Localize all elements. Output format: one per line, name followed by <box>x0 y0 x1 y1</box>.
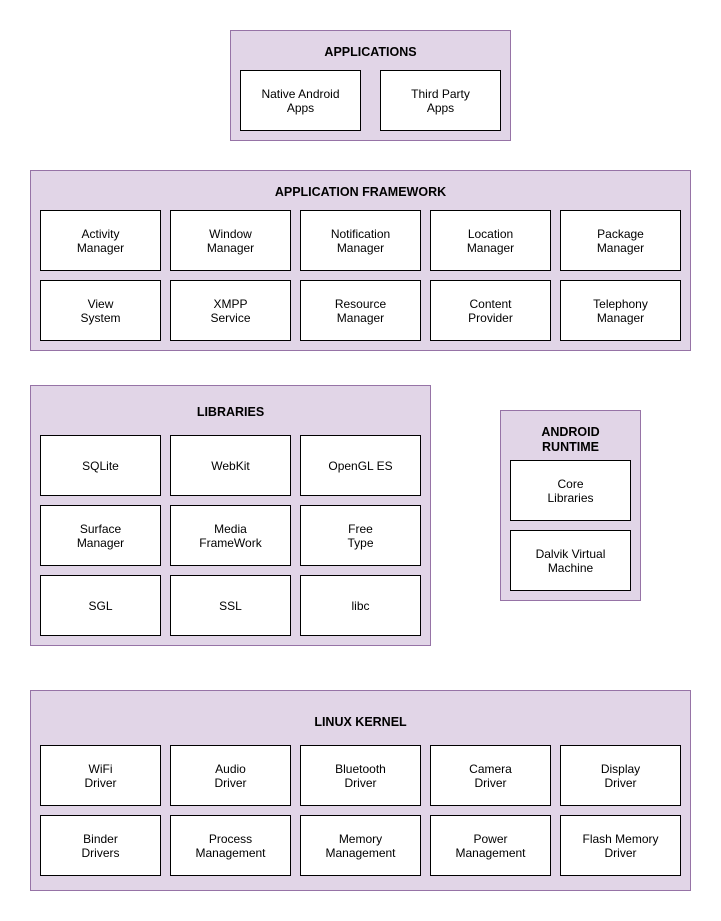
process-management-box: Process Management <box>170 815 291 876</box>
linux-kernel-title: LINUX KERNEL <box>314 715 407 729</box>
wifi-driver-box: WiFi Driver <box>40 745 161 806</box>
android-runtime-title: ANDROID RUNTIME <box>541 425 600 454</box>
surface-manager-box: Surface Manager <box>40 505 161 566</box>
camera-driver-box: Camera Driver <box>430 745 551 806</box>
core-libraries-box: Core Libraries <box>510 460 631 521</box>
applications-title: APPLICATIONS <box>324 45 417 59</box>
bluetooth-driver-box: Bluetooth Driver <box>300 745 421 806</box>
sgl-box: SGL <box>40 575 161 636</box>
memory-management-box: Memory Management <box>300 815 421 876</box>
activity-manager-box: Activity Manager <box>40 210 161 271</box>
telephony-manager-box: Telephony Manager <box>560 280 681 341</box>
display-driver-box: Display Driver <box>560 745 681 806</box>
package-manager-box: Package Manager <box>560 210 681 271</box>
power-management-box: Power Management <box>430 815 551 876</box>
native-android-apps-box: Native Android Apps <box>240 70 361 131</box>
application-framework-title: APPLICATION FRAMEWORK <box>274 185 447 199</box>
audio-driver-box: Audio Driver <box>170 745 291 806</box>
xmpp-service-box: XMPP Service <box>170 280 291 341</box>
webkit-box: WebKit <box>170 435 291 496</box>
flash-memory-driver-box: Flash Memory Driver <box>560 815 681 876</box>
free-type-box: Free Type <box>300 505 421 566</box>
resource-manager-box: Resource Manager <box>300 280 421 341</box>
view-system-box: View System <box>40 280 161 341</box>
sqlite-box: SQLite <box>40 435 161 496</box>
opengl-es-box: OpenGL ES <box>300 435 421 496</box>
notification-manager-box: Notification Manager <box>300 210 421 271</box>
location-manager-box: Location Manager <box>430 210 551 271</box>
dalvik-virtual-machine-box: Dalvik Virtual Machine <box>510 530 631 591</box>
ssl-box: SSL <box>170 575 291 636</box>
content-provider-box: Content Provider <box>430 280 551 341</box>
binder-drivers-box: Binder Drivers <box>40 815 161 876</box>
window-manager-box: Window Manager <box>170 210 291 271</box>
media-framework-box: Media FrameWork <box>170 505 291 566</box>
libc-box: libc <box>300 575 421 636</box>
third-party-apps-box: Third Party Apps <box>380 70 501 131</box>
libraries-title: LIBRARIES <box>196 405 265 419</box>
